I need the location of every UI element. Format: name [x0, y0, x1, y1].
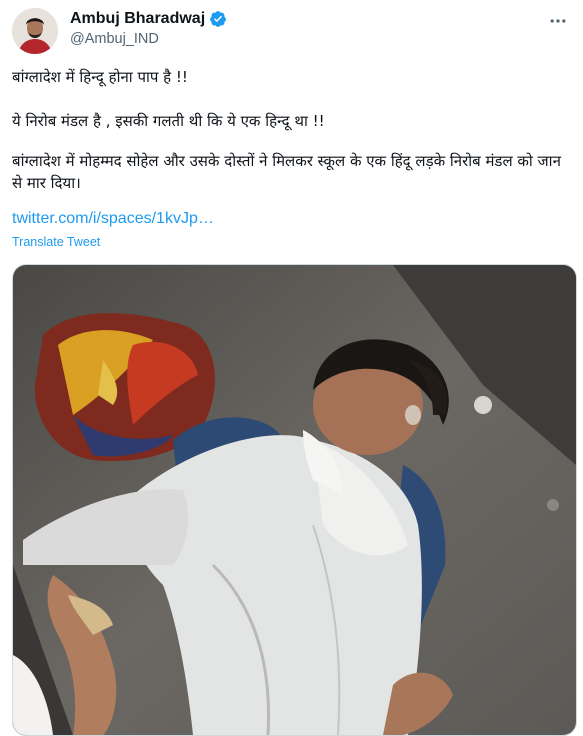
- translate-tweet-button[interactable]: Translate Tweet: [12, 235, 100, 249]
- spaces-link[interactable]: twitter.com/i/spaces/1kvJp…: [12, 210, 214, 228]
- author-row: Ambuj Bharadwaj: [70, 10, 227, 28]
- tweet-text-line-1: बांग्लादेश में हिन्दू होना पाप है !!: [12, 68, 188, 86]
- more-options-button[interactable]: [545, 8, 571, 34]
- tweet-photo[interactable]: [12, 264, 577, 736]
- tweet-text-line-3: बांग्लादेश में मोहम्मद सोहेल और उसके दोस…: [12, 152, 561, 192]
- avatar[interactable]: [12, 8, 58, 54]
- avatar-photo: [12, 8, 58, 54]
- tweet-image: [13, 265, 576, 735]
- more-options-icon: [550, 19, 566, 23]
- author-name[interactable]: Ambuj Bharadwaj: [70, 10, 205, 28]
- tweet-text-line-2: ये निरोब मंडल है , इसकी गलती थी कि ये एक…: [12, 112, 325, 130]
- author-handle[interactable]: @Ambuj_IND: [70, 31, 159, 47]
- verified-badge-icon: [210, 11, 227, 27]
